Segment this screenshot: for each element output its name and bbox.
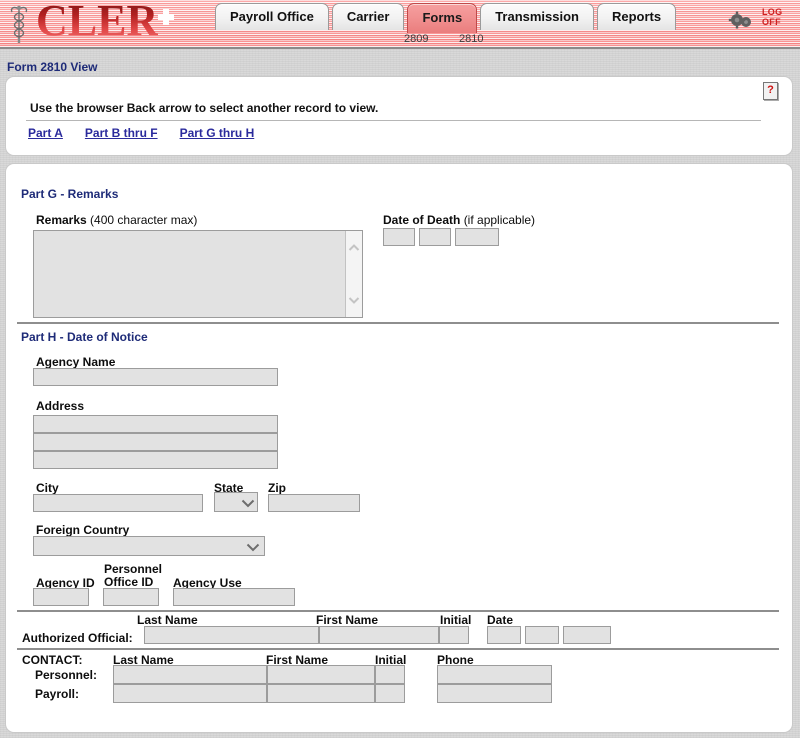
address-label: Address (36, 399, 85, 413)
ao-initial-label: Initial (440, 613, 472, 627)
section-heading-part-h: Part H - Date of Notice (21, 330, 148, 344)
link-part-b-thru-f[interactable]: Part B thru F (85, 126, 158, 140)
contact-row-label-payroll: Payroll: (35, 687, 80, 701)
remarks-hint: (400 character max) (90, 213, 198, 227)
ao-date-day-input[interactable] (525, 626, 559, 644)
agency-name-label: Agency Name (36, 355, 116, 369)
part-h-divider (17, 322, 779, 324)
ao-first-name-label: First Name (316, 613, 379, 627)
subtab-2809[interactable]: 2809 (404, 33, 428, 45)
agency-name-input[interactable] (33, 368, 278, 386)
scroll-up-icon[interactable] (348, 243, 360, 253)
personnel-office-id-input[interactable] (103, 588, 159, 606)
zip-label: Zip (268, 481, 286, 495)
foreign-country-label: Foreign Country (36, 523, 130, 537)
logoff-line-2: OFF (762, 17, 781, 27)
ao-date-month-input[interactable] (487, 626, 521, 644)
part-navigation-links: Part A Part B thru F Part G thru H (28, 126, 276, 140)
date-of-death-label: Date of Death (if applicable) (383, 213, 535, 227)
tab-reports[interactable]: Reports (597, 3, 677, 30)
instruction-text: Use the browser Back arrow to select ano… (30, 101, 379, 115)
panel-divider (26, 120, 761, 121)
personnel-office-id-label: Personnel Office ID (104, 563, 162, 589)
authorized-official-row-label: Authorized Official: (22, 631, 133, 645)
help-icon[interactable]: ? (763, 82, 778, 100)
contact-payroll-initial-input[interactable] (375, 684, 405, 703)
remarks-scrollbar[interactable] (345, 231, 362, 317)
ao-last-name-label: Last Name (137, 613, 198, 627)
remarks-label: Remarks (400 character max) (36, 213, 197, 227)
section-heading-part-g: Part G - Remarks (21, 187, 119, 201)
page-title: Form 2810 View (7, 60, 98, 74)
logoff-line-1: LOG (762, 7, 783, 17)
medical-cross-icon (158, 9, 174, 25)
zip-input[interactable] (268, 494, 360, 512)
contact-personnel-phone-input[interactable] (437, 665, 552, 684)
gears-icon[interactable] (728, 8, 754, 32)
chevron-down-icon (246, 543, 260, 552)
tab-payroll-office[interactable]: Payroll Office (215, 3, 329, 30)
address-line-2-input[interactable] (33, 433, 278, 451)
scroll-down-icon[interactable] (348, 295, 360, 305)
contact-payroll-phone-input[interactable] (437, 684, 552, 703)
main-tab-bar: Payroll Office Carrier Forms Transmissio… (215, 3, 679, 33)
app-banner: CLER Payroll Office Carrier Forms Transm… (0, 0, 800, 49)
logoff-button[interactable]: LOG OFF (762, 7, 782, 27)
state-select[interactable] (214, 492, 258, 512)
contact-section-label: CONTACT: (22, 653, 83, 667)
date-of-death-label-text: Date of Death (383, 213, 461, 227)
tab-carrier[interactable]: Carrier (331, 3, 405, 30)
contact-payroll-last-name-input[interactable] (113, 684, 267, 703)
ao-date-year-input[interactable] (563, 626, 611, 644)
date-of-death-month-input[interactable] (383, 228, 415, 246)
ao-date-label: Date (487, 613, 514, 627)
address-line-1-input[interactable] (33, 415, 278, 433)
tab-forms[interactable]: Forms (407, 3, 478, 33)
city-label: City (36, 481, 59, 495)
contact-row-label-personnel: Personnel: (35, 668, 98, 682)
date-of-death-year-input[interactable] (455, 228, 499, 246)
contact-divider (17, 648, 779, 650)
city-input[interactable] (33, 494, 203, 512)
foreign-country-select[interactable] (33, 536, 265, 556)
chevron-down-icon (241, 499, 255, 508)
agency-id-input[interactable] (33, 588, 89, 606)
link-part-a[interactable]: Part A (28, 126, 63, 140)
date-of-death-day-input[interactable] (419, 228, 451, 246)
subtab-2810[interactable]: 2810 (459, 33, 483, 45)
ao-first-name-input[interactable] (319, 626, 439, 644)
agency-use-input[interactable] (173, 588, 295, 606)
authorized-official-divider (17, 610, 779, 612)
page-root: CLER Payroll Office Carrier Forms Transm… (0, 0, 800, 738)
tab-transmission[interactable]: Transmission (480, 3, 594, 30)
remarks-label-text: Remarks (36, 213, 87, 227)
address-line-3-input[interactable] (33, 451, 278, 469)
ao-initial-input[interactable] (439, 626, 469, 644)
date-of-death-hint: (if applicable) (463, 213, 536, 227)
instruction-panel: Use the browser Back arrow to select ano… (5, 76, 793, 156)
form-subtab-bar: 2809 2810 (0, 33, 800, 47)
contact-payroll-first-name-input[interactable] (267, 684, 375, 703)
remarks-textarea[interactable] (33, 230, 363, 318)
title-bar: Form 2810 View (0, 49, 800, 74)
ao-last-name-input[interactable] (144, 626, 319, 644)
contact-personnel-initial-input[interactable] (375, 665, 405, 684)
contact-personnel-first-name-input[interactable] (267, 665, 375, 684)
contact-personnel-last-name-input[interactable] (113, 665, 267, 684)
link-part-g-thru-h[interactable]: Part G thru H (180, 126, 255, 140)
